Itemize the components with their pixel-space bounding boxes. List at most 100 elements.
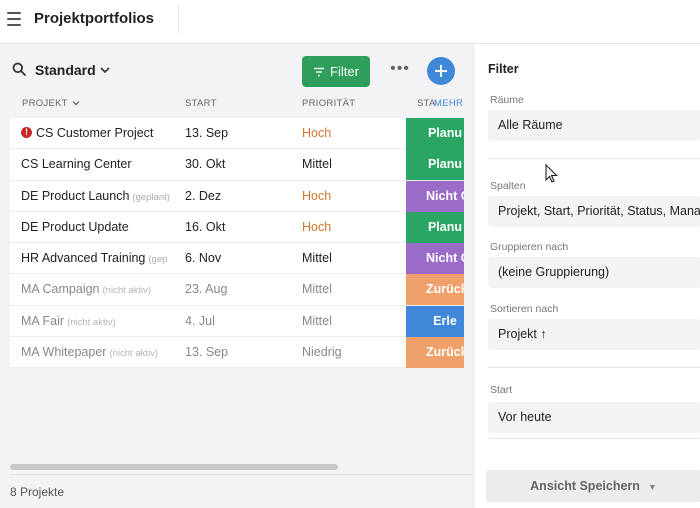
filter-button[interactable]: Filter: [302, 56, 370, 87]
status-badge[interactable]: Planu: [406, 211, 464, 243]
table-row[interactable]: ! CS Customer Project 13. Sep Hoch Planu: [10, 118, 464, 150]
panel-divider: [488, 438, 700, 439]
project-name-cell[interactable]: DE Product Launch (geplant): [21, 181, 185, 212]
priority-cell: Mittel: [302, 313, 332, 328]
save-view-label: Ansicht Speichern: [530, 479, 640, 493]
column-header-project-label: PROJEKT: [22, 98, 68, 109]
table-row[interactable]: DE Product Launch (geplant) 2. Dez Hoch Nich…: [10, 180, 464, 212]
start-date-cell: 4. Jul: [185, 313, 215, 328]
table-row[interactable]: HR Advanced Training (gep 6. Nov Mittel Nich…: [10, 243, 464, 275]
hamburger-icon[interactable]: [7, 12, 21, 26]
project-count: 8 Projekte: [10, 485, 65, 499]
priority-cell: Mittel: [302, 251, 332, 266]
start-date-cell: 30. Okt: [185, 157, 226, 172]
filter-panel-title: Filter: [488, 62, 519, 76]
table-row[interactable]: CS Learning Center 30. Okt Mittel Planu: [10, 149, 464, 181]
start-date-cell: 2. Dez: [185, 188, 222, 203]
add-project-button[interactable]: [427, 57, 455, 85]
project-name: MA Campaign: [21, 282, 100, 297]
sortieren-select[interactable]: Projekt ↑: [488, 319, 700, 350]
horizontal-scrollbar[interactable]: [10, 464, 464, 470]
raeume-label: Räume: [490, 94, 524, 106]
table-row[interactable]: MA Whitepaper (nicht aktiv) 13. Sep Niedrig…: [10, 337, 464, 369]
sortieren-label: Sortieren nach: [490, 303, 559, 315]
more-options-button[interactable]: •••: [388, 58, 412, 82]
project-name: MA Fair: [21, 313, 65, 328]
status-badge[interactable]: Planu: [406, 118, 464, 149]
project-state-note: (nicht aktiv): [67, 316, 116, 328]
title-divider: [178, 5, 179, 33]
filter-icon: [314, 67, 325, 76]
column-header-priority[interactable]: PRIORITÄT: [302, 98, 355, 109]
filter-button-label: Filter: [330, 64, 359, 79]
gruppieren-label: Gruppieren nach: [490, 241, 569, 253]
start-filter-select[interactable]: Vor heute: [488, 402, 700, 433]
status-badge[interactable]: Planu: [406, 149, 464, 181]
priority-cell: Niedrig: [302, 345, 342, 360]
priority-cell: Hoch: [302, 219, 332, 234]
column-header-project[interactable]: PROJEKT: [22, 98, 80, 109]
save-view-button[interactable]: Ansicht Speichern ▼: [486, 470, 700, 502]
start-date-cell: 16. Okt: [185, 219, 226, 234]
footer-divider: [10, 474, 473, 475]
project-name: DE Product Update: [21, 219, 129, 234]
filter-panel: Filter Räume Alle Räume Spalten Projekt,…: [473, 44, 700, 508]
project-table: ! CS Customer Project 13. Sep Hoch Planu CS L…: [10, 118, 464, 369]
raeume-select[interactable]: Alle Räume: [488, 110, 700, 141]
spalten-select[interactable]: Projekt, Start, Priorität, Status, Manag: [488, 196, 700, 227]
priority-cell: Mittel: [302, 157, 332, 172]
project-name-cell[interactable]: MA Whitepaper (nicht aktiv): [21, 337, 185, 368]
alert-icon: !: [21, 127, 32, 139]
project-state-note: (geplant): [132, 191, 170, 203]
project-name: CS Customer Project: [36, 126, 154, 140]
priority-cell: Hoch: [302, 188, 332, 203]
caret-down-icon[interactable]: ▼: [648, 471, 657, 503]
spalten-label: Spalten: [490, 180, 526, 192]
status-badge[interactable]: Zurück: [406, 337, 464, 369]
view-selector[interactable]: Standard: [35, 62, 96, 78]
project-state-note: (gep: [148, 254, 168, 266]
start-date-cell: 6. Nov: [185, 251, 222, 266]
status-badge[interactable]: Nicht G: [406, 243, 464, 275]
project-name: MA Whitepaper: [21, 345, 107, 360]
chevron-down-icon[interactable]: [99, 64, 111, 76]
scrollbar-thumb[interactable]: [10, 464, 338, 470]
project-name-cell[interactable]: DE Product Update: [21, 212, 185, 243]
project-name-cell[interactable]: CS Learning Center: [21, 149, 185, 180]
project-name-cell[interactable]: MA Fair (nicht aktiv): [21, 306, 185, 337]
project-state-note: (nicht aktiv): [109, 348, 159, 360]
panel-divider: [488, 367, 700, 368]
status-badge[interactable]: Erle: [406, 305, 464, 337]
project-name: HR Advanced Training: [21, 251, 146, 266]
priority-cell: Mittel: [302, 282, 332, 297]
column-more-link[interactable]: MEHR: [434, 98, 463, 109]
portfolio-list-area: Standard Filter ••• PROJEKT START PRIORI…: [0, 44, 473, 508]
table-row[interactable]: MA Campaign (nicht aktiv) 23. Aug Mittel Zur…: [10, 274, 464, 306]
column-header-status[interactable]: STA: [417, 98, 436, 109]
start-date-cell: 23. Aug: [185, 282, 228, 297]
gruppieren-select[interactable]: (keine Gruppierung): [488, 257, 700, 288]
sort-chevron-icon: [72, 101, 80, 106]
column-header-start[interactable]: START: [185, 98, 217, 109]
start-date-cell: 13. Sep: [185, 126, 229, 140]
project-state-note: (nicht aktiv): [102, 285, 152, 297]
top-bar: Projektportfolios: [0, 0, 700, 44]
view-toolbar: Standard Filter •••: [0, 44, 473, 94]
priority-cell: Hoch: [302, 126, 332, 140]
project-name: DE Product Launch: [21, 188, 130, 203]
project-name-cell[interactable]: MA Campaign (nicht aktiv): [21, 274, 185, 305]
table-row[interactable]: MA Fair (nicht aktiv) 4. Jul Mittel Erle: [10, 305, 464, 338]
status-badge[interactable]: Nicht G: [406, 180, 464, 212]
start-label: Start: [490, 384, 513, 396]
mouse-pointer-icon: [545, 164, 558, 183]
panel-divider: [488, 158, 700, 159]
project-name-cell[interactable]: ! CS Customer Project: [21, 118, 185, 149]
project-name: CS Learning Center: [21, 157, 132, 172]
project-name-cell[interactable]: HR Advanced Training (gep: [21, 243, 185, 274]
table-header: PROJEKT START PRIORITÄT STA MEHR: [0, 94, 473, 114]
start-date-cell: 13. Sep: [185, 345, 229, 360]
search-icon[interactable]: [12, 62, 26, 76]
table-row[interactable]: DE Product Update 16. Okt Hoch Planu: [10, 211, 464, 244]
status-badge[interactable]: Zurück: [406, 274, 464, 306]
page-title: Projektportfolios: [34, 10, 155, 27]
